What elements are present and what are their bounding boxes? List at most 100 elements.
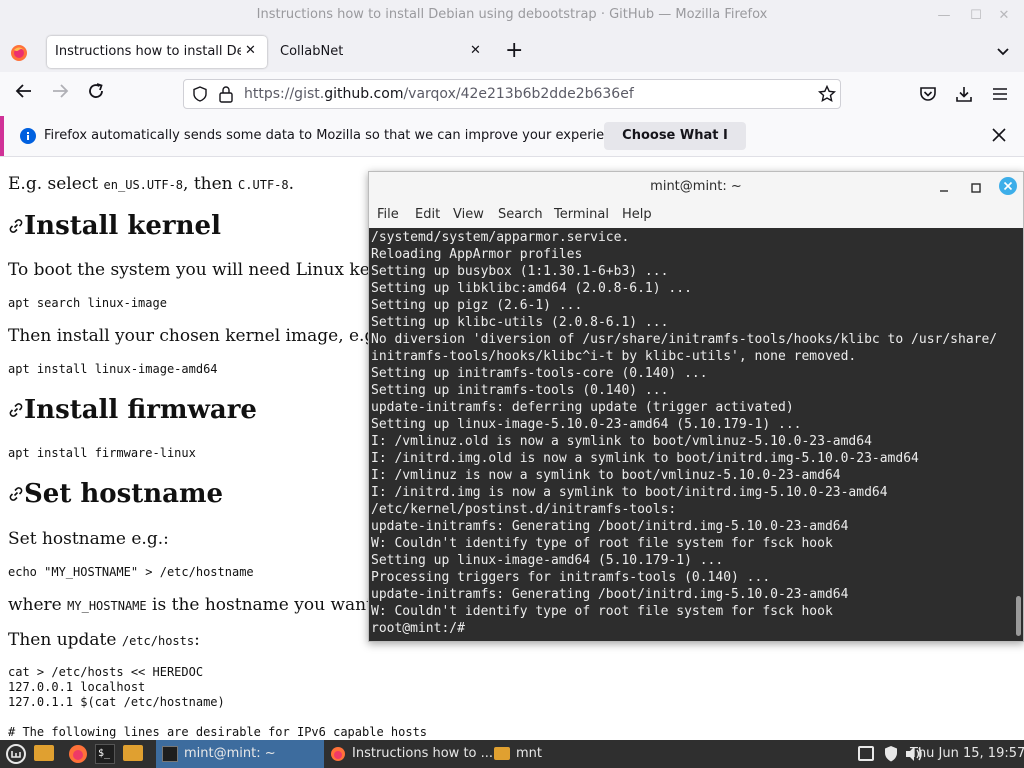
folder-icon	[494, 747, 510, 760]
terminal-line: Setting up initramfs-tools-core (0.140) …	[371, 366, 708, 381]
menu-help[interactable]: Help	[622, 207, 652, 222]
terminal-line: I: /vmlinuz is now a symlink to boot/vml…	[371, 468, 841, 483]
terminal-line: update-initramfs: deferring update (trig…	[371, 400, 794, 415]
tracking-protection-shield-icon[interactable]	[192, 86, 208, 106]
code-block: apt install firmware-linux	[8, 446, 196, 460]
files-launcher-icon[interactable]	[123, 745, 143, 761]
task-files[interactable]: mnt	[490, 740, 590, 768]
tab-collabnet[interactable]: CollabNet ✕	[272, 36, 492, 68]
menu-file[interactable]: File	[377, 207, 399, 222]
terminal-maximize-button[interactable]	[969, 180, 983, 199]
text: , then	[183, 174, 239, 194]
lock-icon[interactable]	[218, 85, 234, 107]
anchor-link-icon[interactable]	[8, 479, 24, 509]
code-line: cat > /etc/hosts << HEREDOC	[8, 665, 204, 679]
terminal-task-icon	[162, 746, 178, 762]
firefox-view-icon[interactable]	[10, 44, 28, 62]
url-bar[interactable]: https://gist.github.com/varqox/42e213b6b…	[183, 79, 841, 109]
heading-text: Set hostname	[24, 479, 224, 509]
terminal-line: W: Couldn't identify type of root file s…	[371, 604, 833, 619]
url-text[interactable]: https://gist.github.com/varqox/42e213b6b…	[244, 86, 634, 102]
terminal-line: /etc/kernel/postinst.d/initramfs-tools:	[371, 502, 677, 517]
locale-instruction: E.g. select en_US.UTF-8, then C.UTF-8.	[8, 174, 294, 194]
maximize-button[interactable]: ☐	[968, 8, 984, 24]
terminal-line: Setting up pigz (2.6-1) ...	[371, 298, 583, 313]
code-block: apt install linux-image-amd64	[8, 362, 218, 376]
text: is the hostname you want t	[146, 595, 386, 615]
forward-button[interactable]	[48, 82, 72, 106]
terminal-scrollbar[interactable]	[1016, 596, 1021, 636]
data-collection-notification: Firefox automatically sends some data to…	[0, 116, 1024, 171]
terminal-title: mint@mint: ~	[650, 179, 742, 194]
firefox-launcher-icon[interactable]	[68, 744, 88, 768]
terminal-line: Setting up klibc-utils (2.0.8-6.1) ...	[371, 315, 669, 330]
text: :	[194, 630, 200, 650]
terminal-line: Reloading AppArmor profiles	[371, 247, 583, 262]
close-tab-icon[interactable]: ✕	[470, 43, 481, 58]
terminal-launcher-icon[interactable]: $_	[95, 744, 115, 764]
terminal-minimize-button[interactable]	[937, 180, 951, 199]
tab-label: Instructions how to install Debian using…	[55, 44, 241, 59]
menu-search[interactable]: Search	[498, 207, 543, 222]
mint-menu-icon[interactable]	[6, 744, 26, 764]
terminal-line: W: Couldn't identify type of root file s…	[371, 536, 833, 551]
task-terminal[interactable]: mint@mint: ~	[156, 740, 324, 768]
heading-text: Install firmware	[24, 395, 257, 425]
close-notification-icon[interactable]	[991, 127, 1007, 147]
code-line: 127.0.0.1 localhost	[8, 680, 146, 694]
info-icon	[20, 128, 36, 148]
terminal-line: I: /vmlinuz.old is now a symlink to boot…	[371, 434, 872, 449]
anchor-link-icon[interactable]	[8, 395, 24, 425]
menu-edit[interactable]: Edit	[415, 207, 440, 222]
set-hostname-paragraph: Set hostname e.g.:	[8, 529, 169, 549]
tab-instructions[interactable]: Instructions how to install Debian using…	[47, 36, 267, 68]
back-button[interactable]	[12, 82, 36, 106]
terminal-prompt[interactable]: root@mint:/#	[371, 621, 473, 636]
task-firefox[interactable]: Instructions how to ...	[324, 740, 493, 768]
list-all-tabs-icon[interactable]	[996, 44, 1010, 63]
menu-terminal[interactable]: Terminal	[554, 207, 609, 222]
terminal-line: /systemd/system/apparmor.service.	[371, 230, 630, 245]
choose-what-i-share-button[interactable]: Choose What I Share	[604, 122, 746, 171]
close-tab-icon[interactable]: ✕	[245, 43, 256, 58]
task-label: Instructions how to ...	[352, 746, 494, 761]
inline-code: en_US.UTF-8	[103, 178, 184, 192]
window-list-icon[interactable]	[858, 746, 874, 761]
terminal-window[interactable]: mint@mint: ~ File Edit View Search Termi…	[368, 171, 1024, 642]
terminal-output[interactable]: /systemd/system/apparmor.service. Reload…	[369, 228, 1023, 641]
text: where	[8, 595, 68, 615]
anchor-link-icon[interactable]	[8, 211, 24, 241]
kernel-paragraph: To boot the system you will need Linux k…	[8, 260, 389, 280]
shield-tray-icon[interactable]	[883, 745, 899, 767]
reload-button[interactable]	[84, 82, 108, 106]
new-tab-button[interactable]: +	[505, 38, 523, 63]
back-arrow-icon	[15, 84, 31, 98]
hostname-where-paragraph: where MY_HOSTNAME is the hostname you wa…	[8, 595, 385, 615]
code-line: 127.0.1.1 $(cat /etc/hostname)	[8, 695, 225, 709]
close-icon	[1003, 181, 1013, 191]
terminal-line: update-initramfs: Generating /boot/initr…	[371, 519, 849, 534]
terminal-line: Setting up linux-image-5.10.0-23-amd64 (…	[371, 417, 802, 432]
inline-code: C.UTF-8	[238, 178, 289, 192]
terminal-close-button[interactable]	[999, 177, 1017, 195]
downloads-icon[interactable]	[955, 85, 973, 107]
heading-install-kernel: Install kernel	[8, 211, 221, 241]
clock[interactable]: Thu Jun 15, 19:57	[910, 746, 1024, 761]
save-to-pocket-icon[interactable]	[919, 85, 937, 107]
minimize-button[interactable]: —	[936, 8, 952, 24]
text: Then update	[8, 630, 122, 650]
terminal-line: I: /initrd.img is now a symlink to boot/…	[371, 485, 888, 500]
bookmark-star-icon[interactable]	[817, 84, 837, 107]
text: E.g. select	[8, 174, 104, 194]
close-window-button[interactable]: ✕	[996, 8, 1012, 24]
terminal-line: Setting up linux-image-amd64 (5.10.179-1…	[371, 553, 724, 568]
inline-code: /etc/hosts	[121, 634, 195, 648]
menu-view[interactable]: View	[453, 207, 484, 222]
window-title: Instructions how to install Debian using…	[256, 7, 768, 22]
update-hosts-paragraph: Then update /etc/hosts:	[8, 630, 200, 650]
hamburger-menu-icon[interactable]	[991, 85, 1009, 107]
window-titlebar: Instructions how to install Debian using…	[0, 0, 1024, 32]
url-path: /varqox/42e213b6b2dde2b636ef	[403, 86, 634, 102]
show-desktop-icon[interactable]	[34, 745, 54, 761]
url-prefix: https://gist.	[244, 86, 325, 102]
